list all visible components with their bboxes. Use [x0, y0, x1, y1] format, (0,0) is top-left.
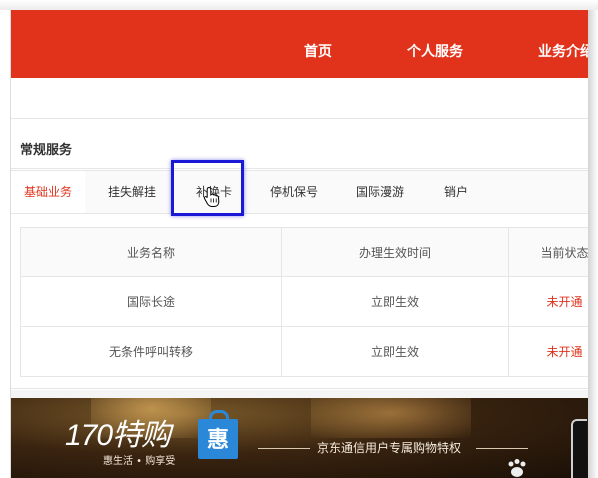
nav-personal-service[interactable]: 个人服务 — [407, 42, 463, 62]
cell-effective-time: 立即生效 — [281, 276, 509, 327]
tab-suspend-keep-number[interactable]: 停机保号 — [257, 171, 331, 213]
cell-service-name: 国际长途 — [20, 276, 282, 327]
page-viewport: 首页 个人服务 业务介绍 常规服务 基础业务 挂失解挂 补换卡 停机保号 国际漫… — [10, 10, 588, 478]
cell-effective-time: 立即生效 — [281, 326, 509, 377]
divider — [11, 388, 588, 389]
divider — [11, 118, 588, 119]
nav-home[interactable]: 首页 — [304, 42, 332, 62]
cell-status[interactable]: 未开通 — [508, 326, 588, 377]
divider — [11, 168, 588, 169]
phone-image — [571, 419, 587, 478]
cell-status[interactable]: 未开通 — [508, 276, 588, 327]
banner-logo: 170特购 — [65, 419, 171, 452]
service-table: 业务名称 办理生效时间 当前状态 国际长途 立即生效 未开通 无条件呼叫转移 立… — [20, 227, 588, 377]
table-row: 国际长途 立即生效 未开通 — [20, 276, 588, 327]
column-header-effective-time: 办理生效时间 — [281, 227, 509, 277]
banner-glow — [311, 398, 471, 438]
cell-service-name: 无条件呼叫转移 — [20, 326, 282, 377]
tab-cancel-account[interactable]: 销户 — [431, 171, 481, 213]
tab-report-loss[interactable]: 挂失解挂 — [95, 171, 169, 213]
window-right-edge — [587, 10, 598, 478]
tab-international-roaming[interactable]: 国际漫游 — [343, 171, 417, 213]
shopping-bag-icon: 惠 — [198, 410, 238, 459]
column-header-name: 业务名称 — [20, 227, 282, 277]
banner-line — [476, 448, 528, 449]
banner-line — [258, 448, 310, 449]
table-row: 无条件呼叫转移 立即生效 未开通 — [20, 326, 588, 377]
hand-cursor-icon — [203, 186, 220, 207]
nav-business-intro[interactable]: 业务介绍 — [538, 42, 588, 62]
banner-text: 京东通信用户专属购物特权 — [317, 441, 462, 455]
service-tabs: 基础业务 挂失解挂 补换卡 停机保号 国际漫游 销户 — [11, 170, 588, 214]
window-top-edge — [0, 0, 598, 10]
banner-slogan: 惠生活 • 购享受 — [103, 456, 176, 467]
top-nav-bar: 首页 个人服务 业务介绍 — [11, 10, 588, 78]
table-header-row: 业务名称 办理生效时间 当前状态 — [20, 227, 588, 277]
paw-icon — [508, 459, 526, 477]
tab-basic-business[interactable]: 基础业务 — [11, 171, 85, 213]
column-header-status: 当前状态 — [508, 227, 588, 277]
section-title: 常规服务 — [20, 143, 73, 158]
promo-banner[interactable]: 170特购 惠生活 • 购享受 惠 京东通信用户专属购物特权 — [11, 398, 588, 478]
